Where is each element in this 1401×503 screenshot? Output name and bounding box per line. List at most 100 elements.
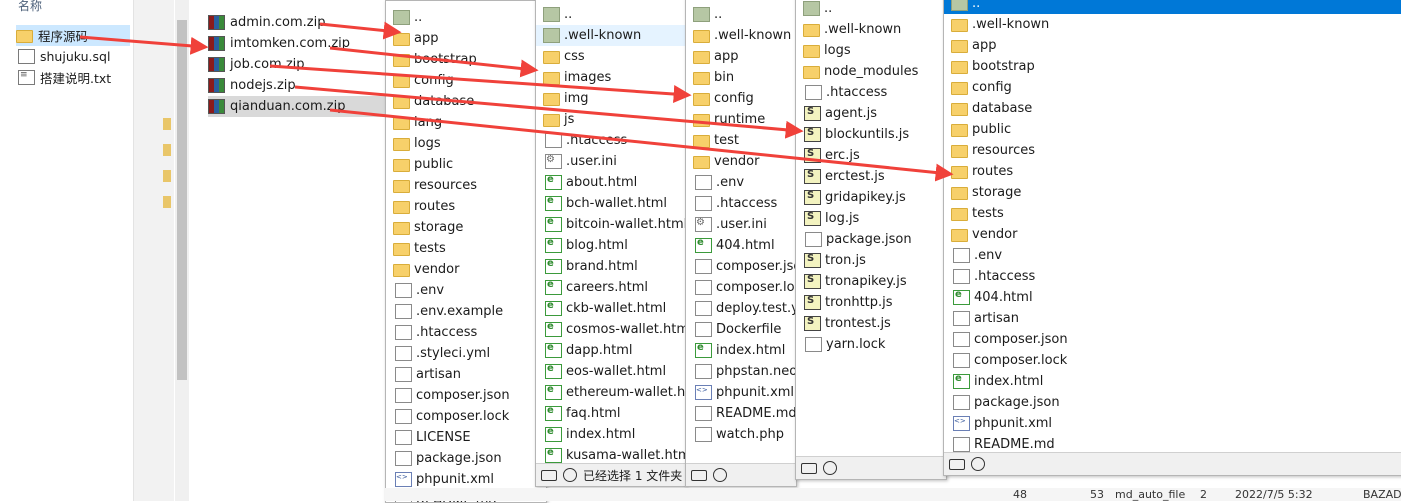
- panel-item[interactable]: .htaccess: [796, 82, 946, 103]
- panel-item[interactable]: routes: [944, 161, 1401, 182]
- panel-item[interactable]: package.json: [386, 448, 546, 469]
- nav-folder-icon[interactable]: [163, 196, 171, 208]
- panel-item[interactable]: .user.ini: [686, 214, 796, 235]
- panel-item[interactable]: storage: [944, 182, 1401, 203]
- column-header-name[interactable]: 名称: [18, 0, 42, 14]
- panel-item[interactable]: js: [536, 109, 686, 130]
- panel-item[interactable]: about.html: [536, 172, 686, 193]
- panel-item[interactable]: .well-known: [796, 19, 946, 40]
- panel-item[interactable]: composer.lock: [944, 350, 1401, 371]
- panel-item[interactable]: .styleci.yml: [386, 343, 546, 364]
- panel-item[interactable]: bin: [686, 67, 796, 88]
- panel-item[interactable]: public: [386, 154, 546, 175]
- panel-item[interactable]: logs: [796, 40, 946, 61]
- panel-item[interactable]: composer.json: [686, 256, 796, 277]
- panel-item[interactable]: runtime: [686, 109, 796, 130]
- panel-item[interactable]: .well-known: [536, 25, 686, 46]
- panel-item[interactable]: .htaccess: [686, 193, 796, 214]
- panel-item[interactable]: logs: [386, 133, 546, 154]
- panel-item[interactable]: routes: [386, 196, 546, 217]
- panel-item[interactable]: erc.js: [796, 145, 946, 166]
- panel-item[interactable]: phpunit.xml: [386, 469, 546, 490]
- panel-item[interactable]: agent.js: [796, 103, 946, 124]
- panel-item[interactable]: blockuntils.js: [796, 124, 946, 145]
- panel-item[interactable]: ..: [796, 0, 946, 19]
- panel-item[interactable]: .well-known: [686, 25, 796, 46]
- panel-item[interactable]: Dockerfile: [686, 319, 796, 340]
- panel-item[interactable]: storage: [386, 217, 546, 238]
- panel-item[interactable]: deploy.test.yml: [686, 298, 796, 319]
- panel-item[interactable]: .htaccess: [944, 266, 1401, 287]
- panel-item[interactable]: ..: [386, 7, 546, 28]
- nav-folder-icon[interactable]: [163, 144, 171, 156]
- panel-item[interactable]: tronapikey.js: [796, 271, 946, 292]
- panel-item[interactable]: .htaccess: [536, 130, 686, 151]
- panel-item[interactable]: dapp.html: [536, 340, 686, 361]
- zip-file-item[interactable]: imtomken.com.zip: [208, 33, 386, 54]
- nav-folder-icon[interactable]: [163, 170, 171, 182]
- panel-item[interactable]: LICENSE: [386, 427, 546, 448]
- panel-item[interactable]: .user.ini: [536, 151, 686, 172]
- panel-item[interactable]: app: [686, 46, 796, 67]
- panel-item[interactable]: erctest.js: [796, 166, 946, 187]
- panel-item[interactable]: package.json: [796, 229, 946, 250]
- panel-item[interactable]: .env.example: [386, 301, 546, 322]
- panel-item[interactable]: bootstrap: [386, 49, 546, 70]
- panel-item[interactable]: index.html: [686, 340, 796, 361]
- panel-item[interactable]: phpstan.neon: [686, 361, 796, 382]
- panel-item[interactable]: bch-wallet.html: [536, 193, 686, 214]
- panel-item[interactable]: tron.js: [796, 250, 946, 271]
- panel-item[interactable]: faq.html: [536, 403, 686, 424]
- left-file-item[interactable]: 程序源码: [16, 25, 130, 46]
- panel-item[interactable]: ethereum-wallet.html: [536, 382, 686, 403]
- zip-file-item[interactable]: nodejs.zip: [208, 75, 386, 96]
- panel-item[interactable]: README.md: [686, 403, 796, 424]
- panel-item[interactable]: .env: [386, 280, 546, 301]
- left-file-item[interactable]: 搭建说明.txt: [16, 67, 130, 88]
- panel-item[interactable]: vendor: [386, 259, 546, 280]
- panel-item[interactable]: bootstrap: [944, 56, 1401, 77]
- panel-item[interactable]: config: [686, 88, 796, 109]
- panel-item[interactable]: phpunit.xml: [686, 382, 796, 403]
- scroll-thumb[interactable]: [177, 20, 187, 380]
- panel-item[interactable]: phpunit.xml: [944, 413, 1401, 434]
- panel-item[interactable]: lang: [386, 112, 546, 133]
- panel-item[interactable]: .env: [944, 245, 1401, 266]
- panel-item[interactable]: public: [944, 119, 1401, 140]
- panel-item[interactable]: yarn.lock: [796, 334, 946, 355]
- panel-item[interactable]: composer.json: [386, 385, 546, 406]
- panel-item[interactable]: artisan: [386, 364, 546, 385]
- zip-file-item[interactable]: admin.com.zip: [208, 12, 386, 33]
- panel-item[interactable]: tests: [386, 238, 546, 259]
- panel-item[interactable]: ckb-wallet.html: [536, 298, 686, 319]
- zip-file-item[interactable]: job.com.zip: [208, 54, 386, 75]
- panel-item[interactable]: database: [386, 91, 546, 112]
- panel-item[interactable]: resources: [944, 140, 1401, 161]
- panel-item[interactable]: ..: [686, 4, 796, 25]
- panel-item[interactable]: index.html: [536, 424, 686, 445]
- panel-item[interactable]: .well-known: [944, 14, 1401, 35]
- panel-item[interactable]: config: [386, 70, 546, 91]
- panel-item[interactable]: database: [944, 98, 1401, 119]
- panel-item[interactable]: css: [536, 46, 686, 67]
- panel-item[interactable]: 404.html: [686, 235, 796, 256]
- panel-item[interactable]: composer.lock: [686, 277, 796, 298]
- panel-item[interactable]: ..: [536, 4, 686, 25]
- panel-item[interactable]: eos-wallet.html: [536, 361, 686, 382]
- zip-file-item[interactable]: qianduan.com.zip: [208, 96, 386, 117]
- panel-item[interactable]: blog.html: [536, 235, 686, 256]
- panel-item[interactable]: cosmos-wallet.html: [536, 319, 686, 340]
- panel-item[interactable]: log.js: [796, 208, 946, 229]
- panel-item[interactable]: node_modules: [796, 61, 946, 82]
- panel-item[interactable]: tronhttp.js: [796, 292, 946, 313]
- panel-item[interactable]: brand.html: [536, 256, 686, 277]
- panel-item[interactable]: tests: [944, 203, 1401, 224]
- panel-item[interactable]: images: [536, 67, 686, 88]
- panel-item[interactable]: 404.html: [944, 287, 1401, 308]
- panel-item[interactable]: bitcoin-wallet.html: [536, 214, 686, 235]
- panel-item[interactable]: img: [536, 88, 686, 109]
- panel-item[interactable]: composer.json: [944, 329, 1401, 350]
- panel-item[interactable]: ..: [944, 0, 1401, 14]
- nav-folder-icon[interactable]: [163, 118, 171, 130]
- panel-item[interactable]: composer.lock: [386, 406, 546, 427]
